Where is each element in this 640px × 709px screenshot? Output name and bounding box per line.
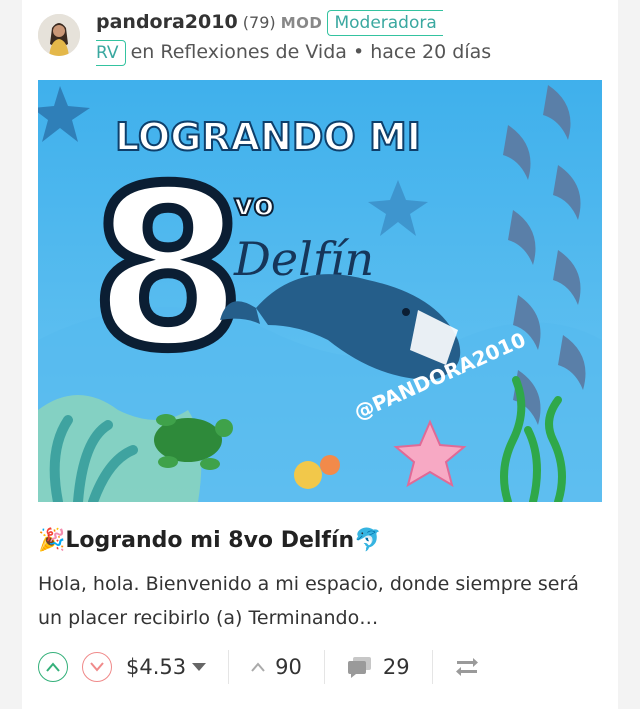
comment-count[interactable]: 29 xyxy=(383,655,410,679)
payout-value[interactable]: $4.53 xyxy=(126,655,186,679)
author-reputation: (79) xyxy=(242,13,276,32)
vote-count-icon xyxy=(251,662,265,672)
post-meta: pandora2010 (79) MOD Moderadora RV en Re… xyxy=(96,8,608,67)
hero-headline: LOGRANDO MI xyxy=(115,115,421,159)
avatar-image xyxy=(38,14,80,56)
comment-icon[interactable] xyxy=(347,656,373,678)
upvote-icon xyxy=(46,662,60,672)
hero-superscript: vo xyxy=(234,188,274,223)
upvote-button[interactable] xyxy=(38,652,68,682)
post-title[interactable]: 🎉Logrando mi 8vo Delfín🐬 xyxy=(38,528,382,553)
divider xyxy=(323,650,325,684)
cover-illustration: 8 LOGRANDO MI vo Delfín @PANDORA2010 xyxy=(38,80,602,502)
role-badge: Moderadora xyxy=(327,10,443,36)
caret-down-icon xyxy=(192,663,207,671)
post-footer: $4.53 90 29 xyxy=(38,646,598,688)
author-name[interactable]: pandora2010 xyxy=(96,11,238,33)
avatar[interactable] xyxy=(38,14,80,56)
downvote-icon xyxy=(90,662,104,672)
community-timestamp[interactable]: en Reflexiones de Vida • hace 20 días xyxy=(131,41,492,63)
mod-tag: MOD xyxy=(280,14,323,32)
downvote-button[interactable] xyxy=(82,652,112,682)
divider xyxy=(228,650,230,684)
post-card[interactable]: pandora2010 (79) MOD Moderadora RV en Re… xyxy=(22,0,618,709)
payout-dropdown[interactable] xyxy=(192,663,207,671)
post-excerpt[interactable]: Hola, hola. Bienvenido a mi espacio, don… xyxy=(38,567,598,635)
post-cover-image[interactable]: 8 LOGRANDO MI vo Delfín @PANDORA2010 xyxy=(38,80,602,502)
vote-count[interactable]: 90 xyxy=(275,655,302,679)
community-badge[interactable]: RV xyxy=(96,40,126,66)
divider xyxy=(431,650,433,684)
hero-number: 8 xyxy=(91,141,244,397)
reblog-icon[interactable] xyxy=(455,658,479,676)
